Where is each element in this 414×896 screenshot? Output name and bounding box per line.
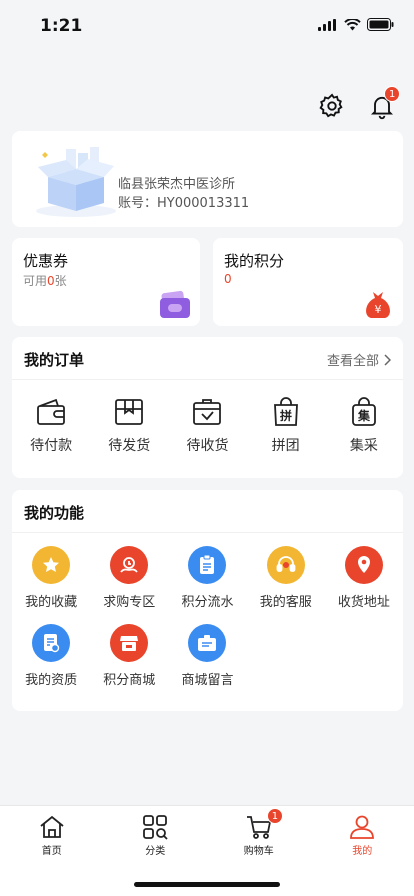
profile-info: 临县张荣杰中医诊所 账号：HY000013311 <box>118 175 249 213</box>
tab-label: 我的 <box>352 846 373 857</box>
points-value: 0 <box>224 272 232 286</box>
order-pending-receipt[interactable]: 待收货 <box>172 397 242 455</box>
tab-label: 购物车 <box>243 846 274 857</box>
request-icon <box>110 546 149 584</box>
view-all-label: 查看全部 <box>326 354 379 369</box>
coupon-title: 优惠券 <box>23 252 69 270</box>
feature-points-history[interactable]: 积分流水 <box>168 546 246 610</box>
order-item-label: 待发货 <box>108 438 151 454</box>
points-card[interactable]: 我的积分 0 ¥ <box>213 238 403 326</box>
profile-card[interactable]: 临县张荣杰中医诊所 账号：HY000013311 <box>12 131 403 227</box>
orders-title: 我的订单 <box>24 351 85 369</box>
features-title: 我的功能 <box>24 504 85 522</box>
tab-cart[interactable]: 1 购物车 <box>219 808 299 857</box>
message-board-icon <box>188 624 227 662</box>
view-all-orders-link[interactable]: 查看全部 <box>327 350 391 369</box>
cart-badge: 1 <box>266 808 284 824</box>
tab-home[interactable]: 首页 <box>12 814 92 857</box>
wallet-icon <box>37 398 65 425</box>
tab-label: 分类 <box>145 846 166 857</box>
coupon-available: 可用0张 <box>23 272 67 289</box>
order-item-label: 集采 <box>349 438 378 454</box>
notification-badge: 1 <box>384 86 401 102</box>
feature-mall-messages[interactable]: 商城留言 <box>168 624 246 688</box>
chevron-right-icon <box>384 353 391 366</box>
location-pin-icon <box>344 546 383 584</box>
tab-label: 首页 <box>41 846 62 857</box>
order-pending-shipment[interactable]: 待发货 <box>94 397 164 455</box>
feature-label: 积分商城 <box>103 673 156 688</box>
certificate-icon <box>32 624 71 662</box>
status-time: 1:21 <box>40 16 83 36</box>
money-bag-icon: ¥ <box>366 292 390 318</box>
feature-label: 我的收藏 <box>25 595 78 610</box>
notification-button[interactable]: 1 <box>368 86 401 120</box>
status-icons <box>318 18 394 31</box>
status-bar: 1:21 <box>0 0 414 54</box>
ticket-icon <box>160 290 190 318</box>
orders-card: 我的订单 查看全部 待付款 待发货 待收货 拼 拼团 集 集采 <box>12 337 403 478</box>
feature-points-mall[interactable]: 积分商城 <box>90 624 168 688</box>
home-indicator <box>134 882 280 887</box>
header-actions: 1 <box>318 86 401 120</box>
account-number: 账号：HY000013311 <box>118 196 250 211</box>
clipboard-icon <box>188 546 227 584</box>
feature-label: 商城留言 <box>181 673 234 688</box>
cellular-signal-icon <box>318 18 336 31</box>
feature-label: 我的客服 <box>259 595 312 610</box>
feature-label: 我的资质 <box>25 673 78 688</box>
bulk-purchase-bag-icon: 集 <box>351 397 376 426</box>
tab-list: 首页 分类 1 购物车 我的 <box>0 806 414 857</box>
feature-qualifications[interactable]: 我的资质 <box>12 624 90 688</box>
store-icon <box>110 624 149 662</box>
tab-mine[interactable]: 我的 <box>322 814 402 857</box>
box-icon <box>115 399 144 425</box>
svg-text:集: 集 <box>357 408 371 423</box>
order-group-buy[interactable]: 拼 拼团 <box>251 397 321 455</box>
order-item-label: 拼团 <box>271 438 300 454</box>
feature-label: 积分流水 <box>181 595 234 610</box>
divider <box>12 379 403 380</box>
feature-shipping-address[interactable]: 收货地址 <box>325 546 403 610</box>
order-pending-payment[interactable]: 待付款 <box>16 397 86 455</box>
svg-text:拼: 拼 <box>280 408 292 423</box>
feature-favorites[interactable]: 我的收藏 <box>12 546 90 610</box>
feature-label: 求购专区 <box>103 595 156 610</box>
features-card: 我的功能 我的收藏 求购专区 积分流水 我的客服 收货地址 我的资质 积分商城 … <box>12 490 403 711</box>
wifi-icon <box>344 18 361 30</box>
user-icon <box>350 815 375 839</box>
category-icon <box>143 815 168 840</box>
divider <box>12 532 403 533</box>
feature-customer-service[interactable]: 我的客服 <box>247 546 325 610</box>
bottom-tab-bar: 首页 分类 1 购物车 我的 <box>0 805 414 896</box>
feature-grid: 我的收藏 求购专区 积分流水 我的客服 收货地址 我的资质 积分商城 商城留言 <box>12 546 403 688</box>
headset-icon <box>266 546 305 584</box>
coupon-prefix: 可用 <box>23 274 48 288</box>
order-bulk-purchase[interactable]: 集 集采 <box>329 397 399 455</box>
battery-icon <box>367 18 394 31</box>
order-status-list: 待付款 待发货 待收货 拼 拼团 集 集采 <box>12 397 403 455</box>
clinic-name: 临县张荣杰中医诊所 <box>118 177 236 192</box>
group-buy-bag-icon: 拼 <box>273 397 298 426</box>
tab-category[interactable]: 分类 <box>115 814 195 857</box>
settings-button[interactable] <box>318 92 346 120</box>
svg-text:¥: ¥ <box>375 303 382 316</box>
home-icon <box>40 815 64 838</box>
package-receive-icon <box>193 399 222 425</box>
coupon-card[interactable]: 优惠券 可用0张 <box>12 238 200 326</box>
order-item-label: 待收货 <box>186 438 229 454</box>
order-item-label: 待付款 <box>30 438 73 454</box>
empty-box-illustration <box>36 147 116 217</box>
coupon-suffix: 张 <box>54 274 67 288</box>
feature-purchase-requests[interactable]: 求购专区 <box>90 546 168 610</box>
points-title: 我的积分 <box>224 252 285 270</box>
feature-label: 收货地址 <box>337 595 390 610</box>
coupon-count: 0 <box>47 274 55 288</box>
gear-icon <box>319 93 343 118</box>
star-icon <box>32 546 71 584</box>
